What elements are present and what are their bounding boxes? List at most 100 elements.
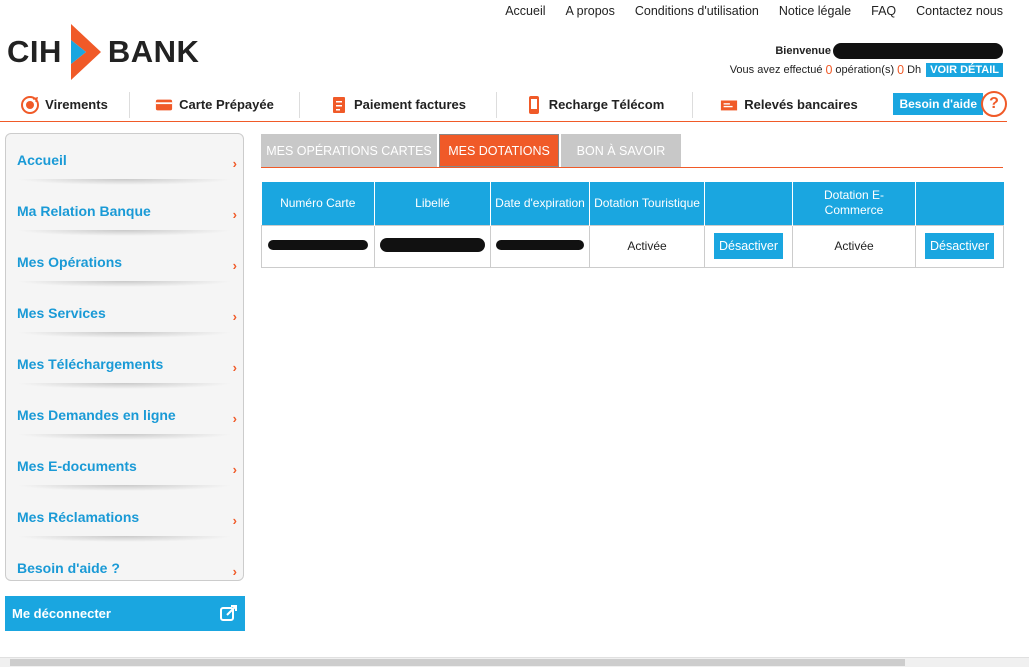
- col-date-expiration: Date d'expiration: [490, 182, 590, 225]
- sidebar-item-operations[interactable]: Mes Opérations ›: [6, 236, 243, 287]
- tab-operations-cartes[interactable]: MES OPÉRATIONS CARTES: [261, 134, 437, 167]
- sidebar-item-relation-banque[interactable]: Ma Relation Banque ›: [6, 185, 243, 236]
- logo-chevron-icon: [70, 24, 101, 80]
- chevron-right-icon: ›: [232, 411, 237, 426]
- redacted-date: [496, 240, 584, 250]
- sidebar-item-telechargements[interactable]: Mes Téléchargements ›: [6, 338, 243, 389]
- nav-carte-label: Carte Prépayée: [179, 97, 274, 112]
- welcome-line: Bienvenue: [730, 43, 1003, 59]
- table-row: Activée Désactiver Activée Désactiver: [261, 224, 1004, 268]
- nav-paiement-factures[interactable]: Paiement factures: [300, 91, 497, 118]
- nav-recharge-label: Recharge Télécom: [548, 97, 665, 112]
- cih-bank-logo[interactable]: CIH BANK: [7, 24, 199, 80]
- sidebar-item-label: Mes Services: [17, 304, 106, 321]
- card-icon: [155, 96, 173, 114]
- chevron-right-icon: ›: [232, 207, 237, 222]
- ops-prefix: Vous avez effectué: [729, 64, 823, 76]
- chevron-right-icon: ›: [232, 462, 237, 477]
- redacted-libelle: [380, 237, 485, 252]
- sidebar-item-aide[interactable]: Besoin d'aide ? ›: [6, 542, 243, 580]
- help-label: Besoin d'aide: [893, 93, 983, 115]
- dotations-table: Numéro Carte Libellé Date d'expiration D…: [261, 182, 1004, 268]
- nav-virements[interactable]: Virements: [0, 91, 130, 118]
- horizontal-scrollbar[interactable]: [0, 657, 1029, 667]
- top-links: Accueil A propos Conditions d'utilisatio…: [505, 4, 1003, 18]
- content-tabs: MES OPÉRATIONS CARTES MES DOTATIONS BON …: [261, 134, 1003, 168]
- sidebar-item-accueil[interactable]: Accueil ›: [6, 134, 243, 185]
- col-action-touristique: [704, 182, 793, 225]
- ops-unit: Dh: [907, 64, 922, 76]
- operations-summary: Vous avez effectué 0 opération(s) 0 Dh V…: [730, 63, 1003, 77]
- toplink-accueil[interactable]: Accueil: [505, 4, 545, 18]
- desactiver-ecommerce-button[interactable]: Désactiver: [924, 233, 995, 259]
- sidebar-menu: Accueil › Ma Relation Banque › Mes Opérati…: [5, 133, 244, 581]
- chevron-right-icon: ›: [232, 360, 237, 375]
- chevron-right-icon: ›: [232, 564, 237, 579]
- bill-icon: [330, 96, 348, 114]
- statement-icon: [720, 96, 738, 114]
- nav-carte-prepayee[interactable]: Carte Prépayée: [130, 91, 300, 118]
- cell-dotation-touristique: Activée: [589, 224, 705, 268]
- ops-amount: 0: [897, 63, 905, 77]
- col-libelle: Libellé: [374, 182, 491, 225]
- sidebar-item-demandes[interactable]: Mes Demandes en ligne ›: [6, 389, 243, 440]
- scrollbar-thumb[interactable]: [10, 659, 905, 666]
- sidebar-item-services[interactable]: Mes Services ›: [6, 287, 243, 338]
- nav-releves-bancaires[interactable]: Relevés bancaires: [693, 92, 885, 118]
- welcome-block: Bienvenue Vous avez effectué 0 opération…: [730, 43, 1003, 77]
- help-button[interactable]: Besoin d'aide ?: [893, 91, 1007, 117]
- desactiver-touristique-button[interactable]: Désactiver: [713, 233, 784, 259]
- ops-count: 0: [825, 63, 833, 77]
- toplink-conditions[interactable]: Conditions d'utilisation: [635, 4, 759, 18]
- logo-text-right: BANK: [107, 34, 200, 69]
- chevron-right-icon: ›: [232, 513, 237, 528]
- col-dotation-ecommerce: Dotation E-Commerce: [792, 182, 916, 225]
- sidebar-item-edocuments[interactable]: Mes E-documents ›: [6, 440, 243, 491]
- nav-paiement-label: Paiement factures: [354, 97, 466, 112]
- table-header-row: Numéro Carte Libellé Date d'expiration D…: [261, 182, 1004, 225]
- chevron-right-icon: ›: [232, 258, 237, 273]
- cell-numero-carte: [261, 224, 375, 268]
- ops-mid: opération(s): [835, 64, 895, 76]
- toplink-contact[interactable]: Contactez nous: [916, 4, 1003, 18]
- toplink-notice[interactable]: Notice légale: [779, 4, 851, 18]
- welcome-label: Bienvenue: [775, 45, 831, 57]
- sidebar-item-label: Mes Opérations: [17, 253, 123, 270]
- chevron-right-icon: ›: [232, 309, 237, 324]
- cell-date-expiration: [490, 224, 590, 268]
- chevron-right-icon: ›: [232, 156, 237, 171]
- sidebar-item-label: Mes Demandes en ligne: [17, 406, 176, 423]
- nav-virements-label: Virements: [45, 97, 108, 112]
- tab-bon-a-savoir[interactable]: BON À SAVOIR: [561, 134, 681, 167]
- sidebar-item-label: Mes Téléchargements: [17, 355, 164, 372]
- sidebar-item-label: Accueil: [17, 151, 67, 168]
- cell-action-touristique: Désactiver: [704, 224, 793, 268]
- tab-mes-dotations[interactable]: MES DOTATIONS: [439, 134, 559, 167]
- col-dotation-touristique: Dotation Touristique: [589, 182, 705, 225]
- main-nav: Virements Carte Prépayée Paiement factur…: [0, 88, 1007, 122]
- sidebar-item-reclamations[interactable]: Mes Réclamations ›: [6, 491, 243, 542]
- logout-icon: [219, 604, 239, 625]
- logout-button[interactable]: Me déconnecter: [5, 596, 245, 631]
- nav-recharge-telecom[interactable]: Recharge Télécom: [497, 91, 693, 118]
- nav-releves-label: Relevés bancaires: [744, 97, 858, 112]
- globe-icon: [21, 95, 40, 114]
- cell-dotation-ecommerce: Activée: [792, 224, 916, 268]
- cell-action-ecommerce: Désactiver: [915, 224, 1004, 268]
- col-action-ecommerce: [915, 182, 1004, 225]
- col-numero-carte: Numéro Carte: [261, 182, 375, 225]
- help-question-icon: ?: [981, 91, 1007, 117]
- voir-detail-button[interactable]: VOIR DÉTAIL: [926, 63, 1003, 77]
- redacted-username: [833, 43, 1003, 59]
- page: Accueil A propos Conditions d'utilisatio…: [0, 0, 1029, 667]
- cell-libelle: [374, 224, 491, 268]
- logout-label: Me déconnecter: [12, 606, 111, 621]
- sidebar-item-label: Mes Réclamations: [17, 508, 140, 525]
- sidebar-item-label: Ma Relation Banque: [17, 202, 151, 219]
- logo-text-left: CIH: [7, 34, 62, 69]
- toplink-faq[interactable]: FAQ: [871, 4, 896, 18]
- sidebar-item-label: Besoin d'aide ?: [17, 559, 120, 576]
- phone-icon: [525, 95, 543, 114]
- toplink-apropos[interactable]: A propos: [566, 4, 615, 18]
- redacted-card-number: [268, 240, 368, 250]
